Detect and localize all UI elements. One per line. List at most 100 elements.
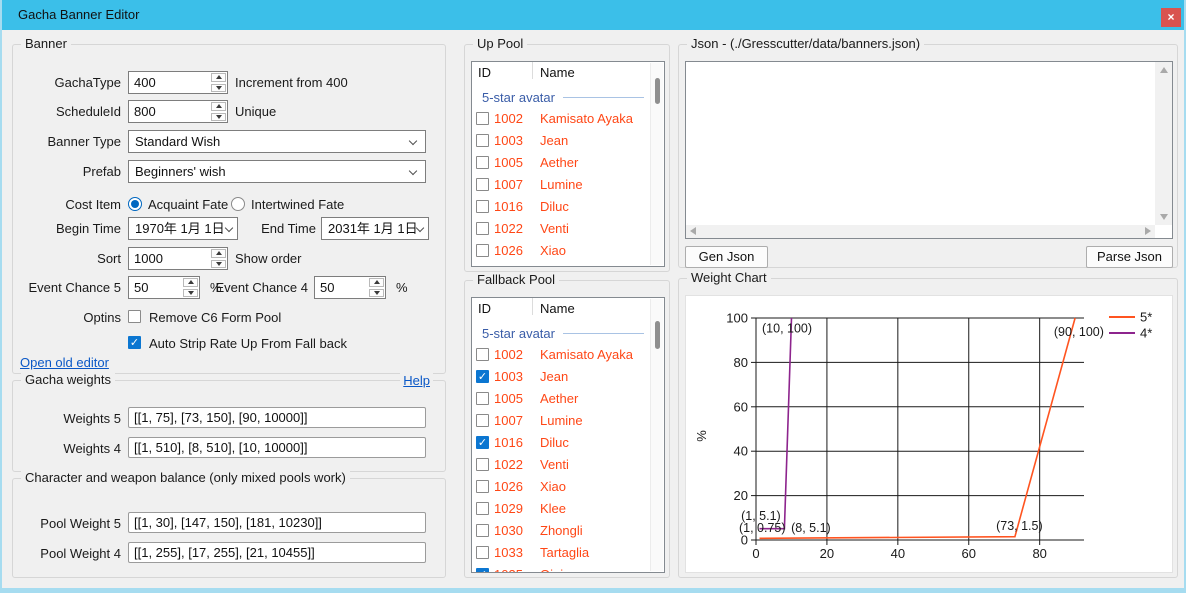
- table-row[interactable]: 1005Aether: [472, 388, 649, 410]
- open-old-editor-link[interactable]: Open old editor: [20, 355, 109, 370]
- scroll-right-icon[interactable]: [1145, 227, 1151, 235]
- event-chance-4-spinner[interactable]: [368, 277, 385, 298]
- row-checkbox[interactable]: [476, 370, 489, 383]
- scroll-down-icon[interactable]: [1160, 214, 1168, 220]
- scroll-left-icon[interactable]: [690, 227, 696, 235]
- column-divider[interactable]: [532, 62, 533, 79]
- table-row[interactable]: 1005Aether: [472, 152, 649, 174]
- up-pool-header[interactable]: ID Name: [472, 62, 664, 84]
- spin-up-icon[interactable]: [211, 102, 226, 111]
- window-content: Banner GachaType 400 Increment from 400 …: [2, 30, 1184, 588]
- table-row[interactable]: 1007Lumine: [472, 174, 649, 196]
- column-header-name[interactable]: Name: [540, 62, 575, 84]
- scheduleid-value[interactable]: 800: [129, 101, 210, 122]
- table-row[interactable]: 1002Kamisato Ayaka: [472, 108, 649, 130]
- table-row[interactable]: 1007Lumine: [472, 410, 649, 432]
- sort-input[interactable]: 1000: [128, 247, 228, 270]
- table-row[interactable]: 1030Zhongli: [472, 520, 649, 542]
- gachatype-input[interactable]: 400: [128, 71, 228, 94]
- table-row[interactable]: 1035Qiqi: [472, 564, 649, 573]
- pool-weight5-input[interactable]: [[1, 30], [147, 150], [181, 10230]]: [128, 512, 426, 533]
- spin-up-icon[interactable]: [211, 249, 226, 258]
- weights4-input[interactable]: [[1, 510], [8, 510], [10, 10000]]: [128, 437, 426, 458]
- scheduleid-input[interactable]: 800: [128, 100, 228, 123]
- table-row[interactable]: 1003Jean: [472, 130, 649, 152]
- event-chance-5-value[interactable]: 50: [129, 277, 182, 298]
- row-checkbox[interactable]: [476, 178, 489, 191]
- json-textarea[interactable]: [686, 62, 1155, 225]
- row-checkbox[interactable]: [476, 392, 489, 405]
- gen-json-button[interactable]: Gen Json: [685, 246, 768, 268]
- table-row[interactable]: 1022Venti: [472, 218, 649, 240]
- prefab-select[interactable]: Beginners' wish: [128, 160, 426, 183]
- intertwined-fate-radio[interactable]: [231, 197, 245, 211]
- titlebar[interactable]: Gacha Banner Editor ×: [2, 0, 1184, 30]
- table-row[interactable]: 1016Diluc: [472, 196, 649, 218]
- json-vertical-scrollbar[interactable]: [1155, 62, 1172, 225]
- row-checkbox[interactable]: [476, 348, 489, 361]
- close-button[interactable]: ×: [1161, 8, 1181, 27]
- gachatype-spinner[interactable]: [210, 72, 227, 93]
- row-checkbox[interactable]: [476, 480, 489, 493]
- row-checkbox[interactable]: [476, 458, 489, 471]
- parse-json-button[interactable]: Parse Json: [1086, 246, 1173, 268]
- scrollbar-thumb[interactable]: [655, 78, 660, 104]
- event-chance-4-value[interactable]: 50: [315, 277, 368, 298]
- spin-down-icon[interactable]: [211, 84, 226, 93]
- table-row[interactable]: 1026Xiao: [472, 476, 649, 498]
- row-checkbox[interactable]: [476, 112, 489, 125]
- auto-strip-checkbox[interactable]: [128, 336, 141, 349]
- row-checkbox[interactable]: [476, 502, 489, 515]
- acquaint-fate-radio[interactable]: [128, 197, 142, 211]
- up-pool-scrollbar[interactable]: [650, 63, 663, 265]
- fallback-pool-header[interactable]: ID Name: [472, 298, 664, 320]
- spin-down-icon[interactable]: [211, 260, 226, 269]
- event-chance-4-input[interactable]: 50: [314, 276, 386, 299]
- row-checkbox[interactable]: [476, 414, 489, 427]
- row-checkbox[interactable]: [476, 546, 489, 559]
- spin-down-icon[interactable]: [211, 113, 226, 122]
- scrollbar-thumb[interactable]: [655, 321, 660, 349]
- json-editor[interactable]: [685, 61, 1173, 239]
- row-checkbox[interactable]: [476, 524, 489, 537]
- help-link[interactable]: Help: [400, 373, 433, 388]
- sort-value[interactable]: 1000: [129, 248, 210, 269]
- spin-up-icon[interactable]: [211, 73, 226, 82]
- up-pool-list[interactable]: ID Name 5-star avatar 1002Kamisato Ayaka…: [471, 61, 665, 267]
- table-row[interactable]: 1026Xiao: [472, 240, 649, 262]
- table-row[interactable]: 1022Venti: [472, 454, 649, 476]
- row-checkbox[interactable]: [476, 156, 489, 169]
- end-time-picker[interactable]: 2031年 1月 1日: [321, 217, 429, 240]
- row-checkbox[interactable]: [476, 134, 489, 147]
- fallback-pool-list[interactable]: ID Name 5-star avatar 1002Kamisato Ayaka…: [471, 297, 665, 573]
- spin-up-icon[interactable]: [369, 278, 384, 287]
- row-checkbox[interactable]: [476, 200, 489, 213]
- gachatype-value[interactable]: 400: [129, 72, 210, 93]
- column-header-id[interactable]: ID: [478, 298, 491, 320]
- table-row[interactable]: 1033Tartaglia: [472, 542, 649, 564]
- sort-spinner[interactable]: [210, 248, 227, 269]
- column-divider[interactable]: [532, 298, 533, 315]
- row-checkbox[interactable]: [476, 244, 489, 257]
- column-header-name[interactable]: Name: [540, 298, 575, 320]
- table-row[interactable]: 1029Klee: [472, 498, 649, 520]
- table-row[interactable]: 1002Kamisato Ayaka: [472, 344, 649, 366]
- spin-down-icon[interactable]: [369, 289, 384, 298]
- weights5-input[interactable]: [[1, 75], [73, 150], [90, 10000]]: [128, 407, 426, 428]
- remove-c6-checkbox[interactable]: [128, 310, 141, 323]
- pool-weight4-input[interactable]: [[1, 255], [17, 255], [21, 10455]]: [128, 542, 426, 563]
- up-pool-section: 5-star avatar: [472, 86, 649, 108]
- scheduleid-spinner[interactable]: [210, 101, 227, 122]
- row-checkbox[interactable]: [476, 222, 489, 235]
- scroll-up-icon[interactable]: [1160, 67, 1168, 73]
- row-checkbox[interactable]: [476, 436, 489, 449]
- banner-type-select[interactable]: Standard Wish: [128, 130, 426, 153]
- json-horizontal-scrollbar[interactable]: [686, 225, 1155, 238]
- event-chance-5-input[interactable]: 50: [128, 276, 200, 299]
- table-row[interactable]: 1016Diluc: [472, 432, 649, 454]
- begin-time-picker[interactable]: 1970年 1月 1日: [128, 217, 238, 240]
- fallback-pool-scrollbar[interactable]: [650, 299, 663, 571]
- row-checkbox[interactable]: [476, 568, 489, 573]
- column-header-id[interactable]: ID: [478, 62, 491, 84]
- table-row[interactable]: 1003Jean: [472, 366, 649, 388]
